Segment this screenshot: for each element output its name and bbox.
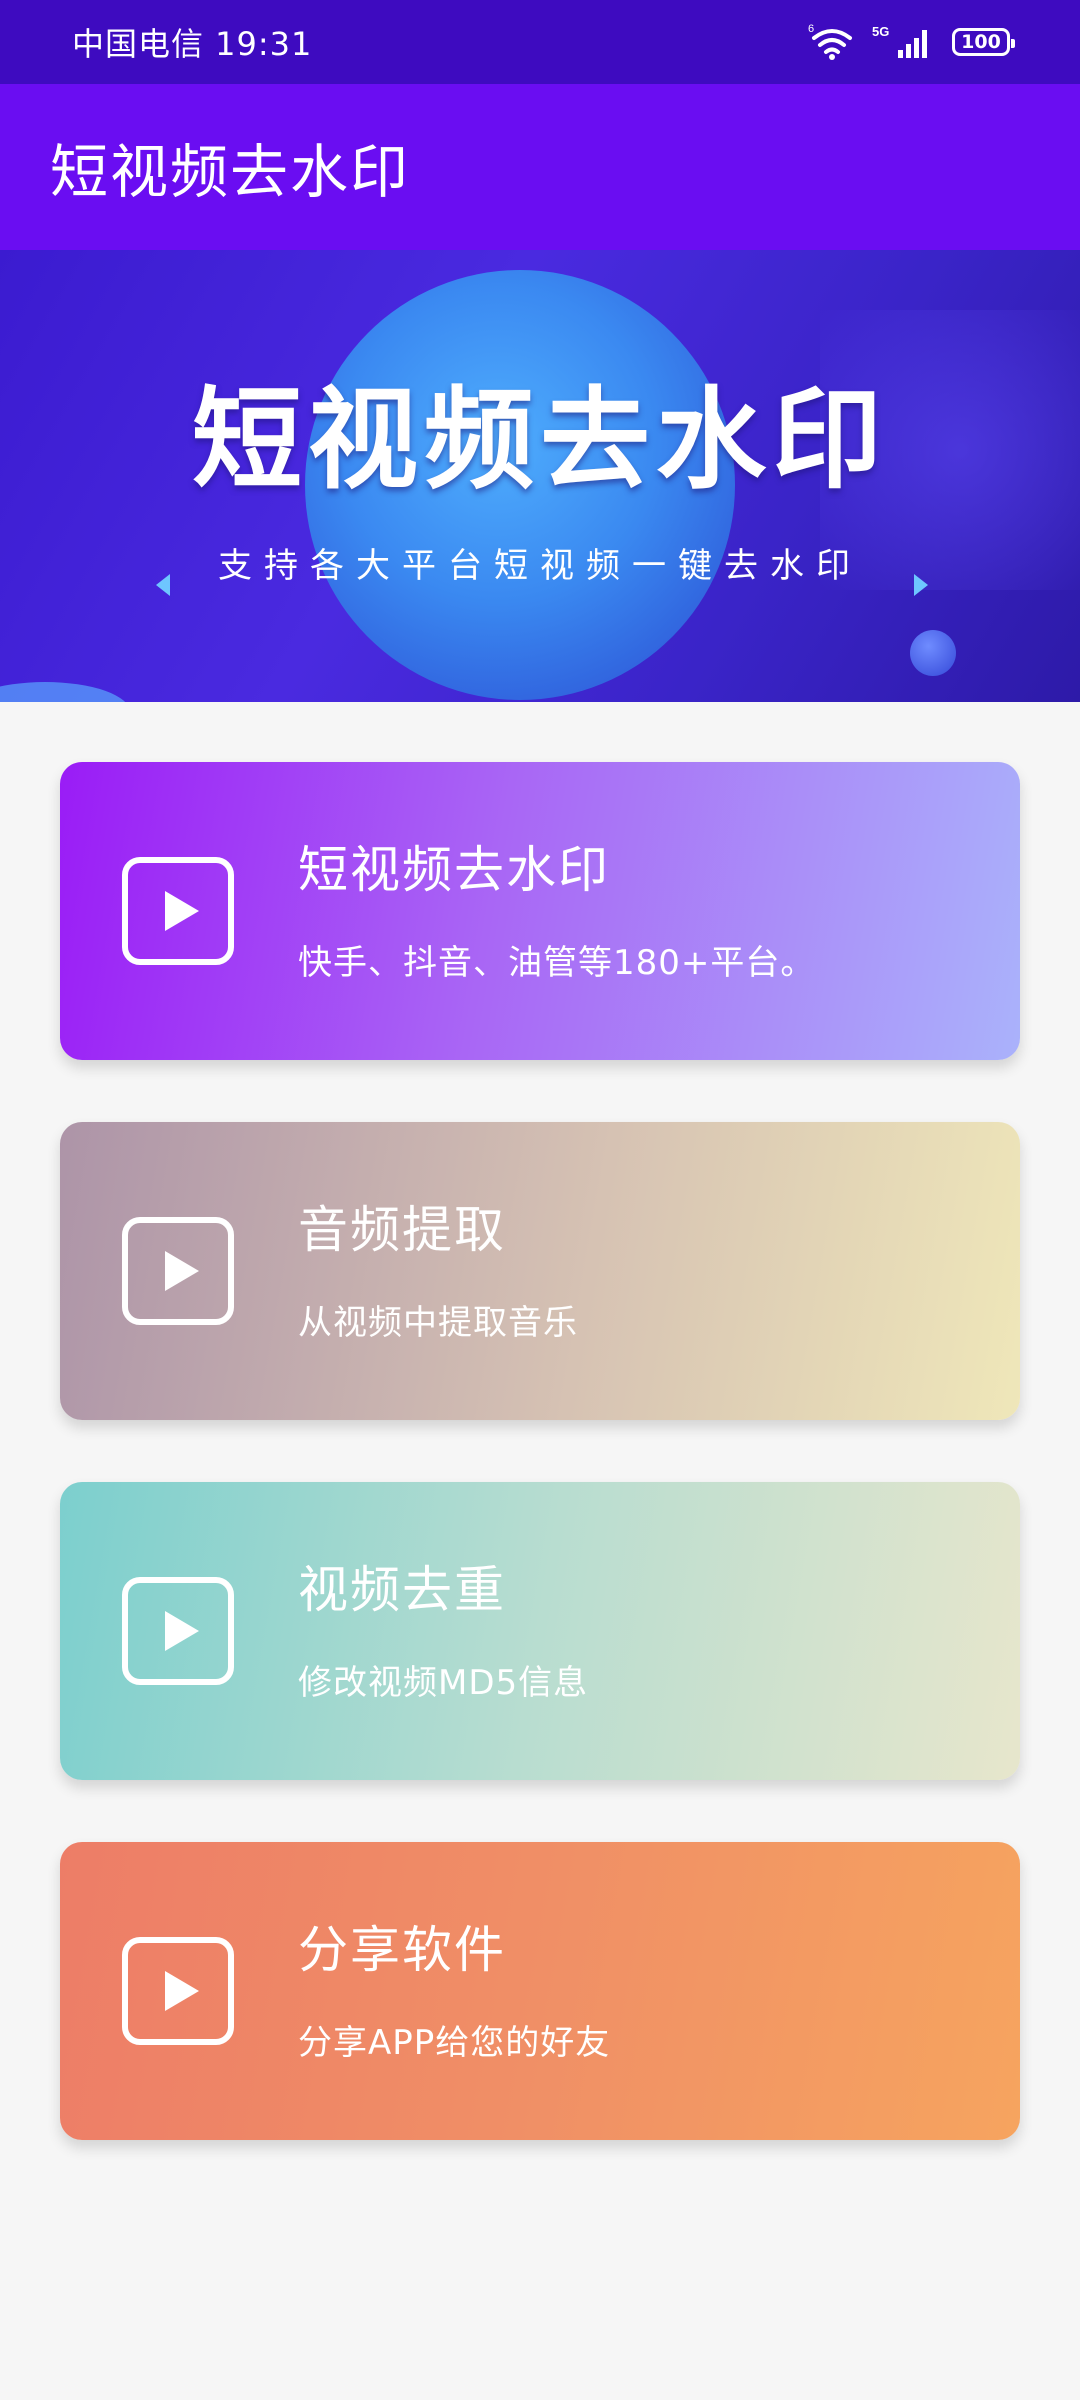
card-text: 短视频去水印 快手、抖音、油管等180+平台。: [298, 839, 815, 984]
app-bar: 短视频去水印: [0, 84, 1080, 250]
wifi-badge: 6: [808, 23, 814, 35]
app-screen: 中国电信 19:31 6 5G 100 短视频去水印 短视频去水印 支持各大平台…: [0, 0, 1080, 2400]
card-text: 音频提取 从视频中提取音乐: [298, 1199, 578, 1344]
card-text: 分享软件 分享APP给您的好友: [298, 1919, 610, 2064]
banner[interactable]: 短视频去水印 支持各大平台短视频一键去水印: [0, 250, 1080, 702]
banner-corner-shape: [0, 682, 130, 702]
card-title: 短视频去水印: [298, 840, 610, 899]
card-desc: 分享APP给您的好友: [298, 2022, 611, 2063]
banner-arrow-right-icon: [914, 574, 928, 596]
card-share-app[interactable]: 分享软件 分享APP给您的好友: [60, 1842, 1020, 2140]
play-icon: [122, 1577, 234, 1685]
status-icons: 6 5G 100: [808, 22, 1015, 62]
card-remove-watermark[interactable]: 短视频去水印 快手、抖音、油管等180+平台。: [60, 762, 1020, 1060]
status-bar: 中国电信 19:31 6 5G 100: [0, 0, 1080, 84]
card-title: 视频去重: [298, 1560, 506, 1619]
play-icon: [122, 1217, 234, 1325]
battery-icon: 100: [952, 28, 1015, 56]
app-title: 短视频去水印: [50, 138, 411, 206]
cell-signal-icon: 5G: [872, 22, 936, 62]
card-audio-extract[interactable]: 音频提取 从视频中提取音乐: [60, 1122, 1020, 1420]
card-title: 音频提取: [298, 1200, 506, 1259]
banner-arrow-left-icon: [156, 574, 170, 596]
card-text: 视频去重 修改视频MD5信息: [298, 1559, 588, 1704]
card-title: 分享软件: [298, 1920, 506, 1979]
play-icon: [122, 1937, 234, 2045]
card-desc: 修改视频MD5信息: [298, 1662, 589, 1703]
card-desc: 快手、抖音、油管等180+平台。: [298, 942, 816, 983]
card-desc: 从视频中提取音乐: [298, 1302, 578, 1343]
network-badge: 5G: [872, 24, 889, 39]
play-icon: [122, 857, 234, 965]
wifi-icon: 6: [808, 22, 856, 62]
card-video-dedup[interactable]: 视频去重 修改视频MD5信息: [60, 1482, 1020, 1780]
carrier-time: 中国电信 19:31: [72, 25, 313, 63]
banner-bubble: [910, 630, 956, 676]
banner-title: 短视频去水印: [192, 376, 888, 504]
